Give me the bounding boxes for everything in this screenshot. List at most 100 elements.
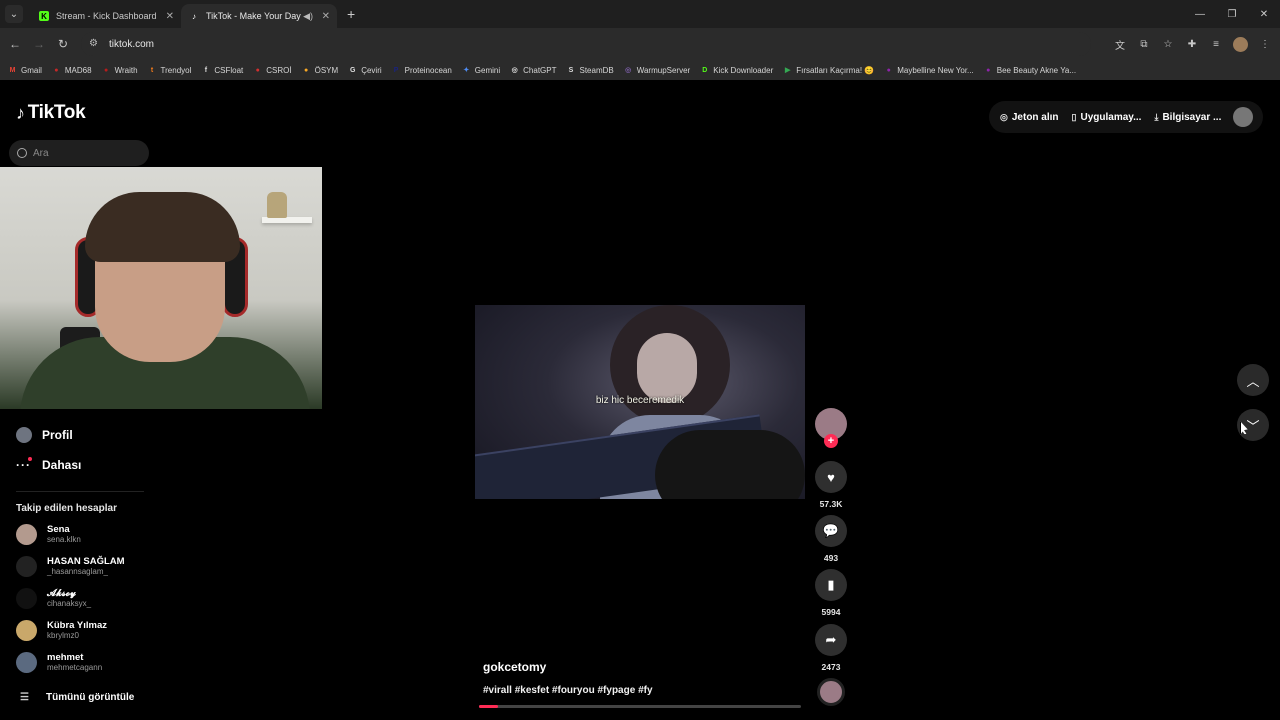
following-account[interactable]: HASAN SAĞLAM _hasannsaglam_ [16, 556, 125, 577]
following-account[interactable]: Sena sena.klkn [16, 524, 81, 545]
bookmark-item[interactable]: ● MAD68 [52, 65, 92, 75]
close-window-button[interactable]: ✕ [1248, 0, 1280, 28]
divider [16, 491, 144, 492]
coins-label: Jeton alın [1011, 111, 1059, 123]
install-app-icon[interactable]: ⧉ [1137, 37, 1151, 51]
download-icon: ⤓ [1154, 111, 1159, 122]
translate-icon[interactable]: 文 [1113, 37, 1127, 52]
tab-tiktok[interactable]: ♪ TikTok - Make Your Day ◀) ✕ [181, 4, 337, 28]
bookmark-item[interactable]: ● ÖSYM [302, 65, 339, 75]
menu-kebab-icon[interactable]: ⋮ [1258, 37, 1272, 51]
user-avatar[interactable] [1233, 107, 1253, 127]
account-handle: mehmetcagann [47, 663, 103, 672]
bookmark-item[interactable]: G Çeviri [348, 66, 382, 75]
comment-button[interactable]: 💬 [815, 515, 847, 547]
speaker-icon[interactable]: ◀) [303, 11, 313, 22]
tiktok-page: ♪ TikTok Ara Profil ··· Dahası Takip edi… [0, 84, 1280, 720]
like-button[interactable]: ♥ [815, 461, 847, 493]
bookmark-item[interactable]: ● Bee Beauty Akne Ya... [984, 66, 1076, 75]
account-avatar [16, 524, 37, 545]
account-avatar [16, 620, 37, 641]
maximize-button[interactable]: ❐ [1216, 0, 1248, 28]
address-bar-row: ← → ↻ ⚙ tiktok.com 文 ⧉ ☆ ✚ ≡ ⋮ [0, 28, 1280, 60]
comment-count: 493 [823, 553, 839, 563]
nav-more[interactable]: ··· Dahası [16, 457, 81, 472]
bookmark-item[interactable]: S SteamDB [566, 65, 614, 75]
tab-kick-dashboard[interactable]: K Stream - Kick Dashboard ✕ [31, 4, 181, 28]
bookmark-item[interactable]: ▶ Fırsatları Kaçırma! 😊 [783, 66, 874, 75]
bookmarks-bar: M Gmail ● MAD68 ● Wraith t Trendyol f CSFloat ● CSR… [0, 60, 1280, 80]
extensions-icon[interactable]: ✚ [1185, 37, 1199, 51]
share-button[interactable]: ➦ [815, 624, 847, 656]
bookmark-label: ÖSYM [314, 65, 339, 75]
tiktok-logo[interactable]: ♪ TikTok [16, 102, 86, 124]
account-name: Kübra Yılmaz [47, 620, 108, 631]
bookmark-label: Proteinocean [404, 65, 452, 75]
get-app-button[interactable]: ▯ Uygulamay... [1072, 112, 1142, 123]
comment-icon: 💬 [822, 523, 840, 538]
following-account[interactable]: Kübra Yılmaz kbrylmz0 [16, 620, 107, 641]
bookmark-item[interactable]: ✦ Gemini [462, 66, 500, 75]
bookmark-item[interactable]: ● CSROİ [253, 66, 292, 75]
nav-profile[interactable]: Profil [16, 427, 73, 443]
bookmark-item[interactable]: ● Wraith [102, 66, 138, 75]
music-disc[interactable] [817, 678, 845, 706]
like-count: 57.3K [819, 499, 843, 509]
minimize-button[interactable]: — [1184, 0, 1216, 28]
bookmark-item[interactable]: P Proteinocean [392, 66, 452, 75]
account-avatar [16, 652, 37, 673]
top-actions: ◎ Jeton alın ▯ Uygulamay... ⤓ Bilgisayar ..… [989, 101, 1263, 133]
site-info-icon[interactable]: ⚙ [89, 38, 101, 50]
account-name: 𝓐𝓴𝓼𝓸𝔂 [47, 588, 77, 599]
bookmark-favicon-icon: ✦ [463, 67, 470, 74]
bookmark-label: MAD68 [64, 65, 92, 75]
tab-title: TikTok - Make Your Day [206, 11, 301, 21]
video-progress-bar[interactable] [479, 705, 801, 708]
bookmark-item[interactable]: t Trendyol [148, 66, 192, 75]
bookmark-favicon-icon: ● [103, 66, 109, 74]
bookmark-label: Bee Beauty Akne Ya... [996, 65, 1077, 75]
get-coins-button[interactable]: ◎ Jeton alın [1000, 112, 1059, 123]
video-author[interactable]: gokcetomy [483, 660, 546, 674]
bookmark-favicon-icon: ◎ [511, 67, 518, 74]
bookmark-label: SteamDB [579, 65, 614, 75]
following-account[interactable]: 𝓐𝓴𝓼𝓸𝔂 cihanaksyx_ [16, 588, 91, 609]
save-button[interactable]: ▮ [815, 569, 847, 601]
guitar-body [655, 430, 805, 499]
forward-button[interactable]: → [27, 37, 51, 51]
bookmark-item[interactable]: ◎ WarmupServer [624, 66, 690, 75]
following-account[interactable]: mehmet mehmetcagann [16, 652, 102, 673]
bookmark-label: Trendyol [160, 65, 192, 75]
bookmark-favicon-icon: ● [886, 66, 891, 74]
search-input[interactable]: Ara [9, 140, 149, 166]
bookmark-star-icon[interactable]: ☆ [1161, 37, 1175, 51]
media-controls-icon[interactable]: ≡ [1209, 37, 1223, 51]
kick-icon: K [39, 11, 49, 21]
shelf-lamp [267, 192, 287, 218]
pc-label: Bilgisayar ... [1162, 111, 1222, 123]
logo-text: TikTok [27, 102, 86, 123]
pc-app-button[interactable]: ⤓ Bilgisayar ... [1154, 112, 1221, 123]
previous-video-button[interactable]: ︿ [1237, 364, 1269, 396]
video-face [637, 333, 697, 403]
bookmark-favicon-icon: ▶ [785, 67, 791, 74]
bookmark-item[interactable]: ● Maybelline New Yor... [884, 66, 974, 75]
close-tab-icon[interactable]: ✕ [322, 11, 330, 22]
close-tab-icon[interactable]: ✕ [166, 11, 174, 22]
profile-avatar[interactable] [1233, 36, 1248, 52]
new-tab-button[interactable]: + [347, 6, 355, 22]
bookmark-item[interactable]: f CSFloat [201, 66, 244, 75]
bookmark-item[interactable]: D Kick Downloader [700, 66, 773, 75]
bookmark-item[interactable]: M Gmail [8, 66, 42, 75]
view-all-button[interactable]: ☰ Tümünü görüntüle [20, 692, 134, 703]
tab-search-button[interactable]: ⌄ [5, 5, 23, 23]
follow-plus-button[interactable]: + [824, 434, 838, 448]
video-player[interactable]: biz hic beceremedik [475, 305, 805, 499]
bookmark-item[interactable]: ◎ ChatGPT [510, 65, 557, 75]
video-hashtags[interactable]: #virall #kesfet #fouryou #fypage #fy [483, 685, 653, 696]
url-bar[interactable]: ⚙ tiktok.com [81, 32, 1091, 56]
back-button[interactable]: ← [3, 37, 27, 51]
bookmark-label: ChatGPT [523, 65, 557, 75]
tiktok-icon: ♪ [192, 11, 196, 21]
reload-button[interactable]: ↻ [51, 37, 75, 51]
